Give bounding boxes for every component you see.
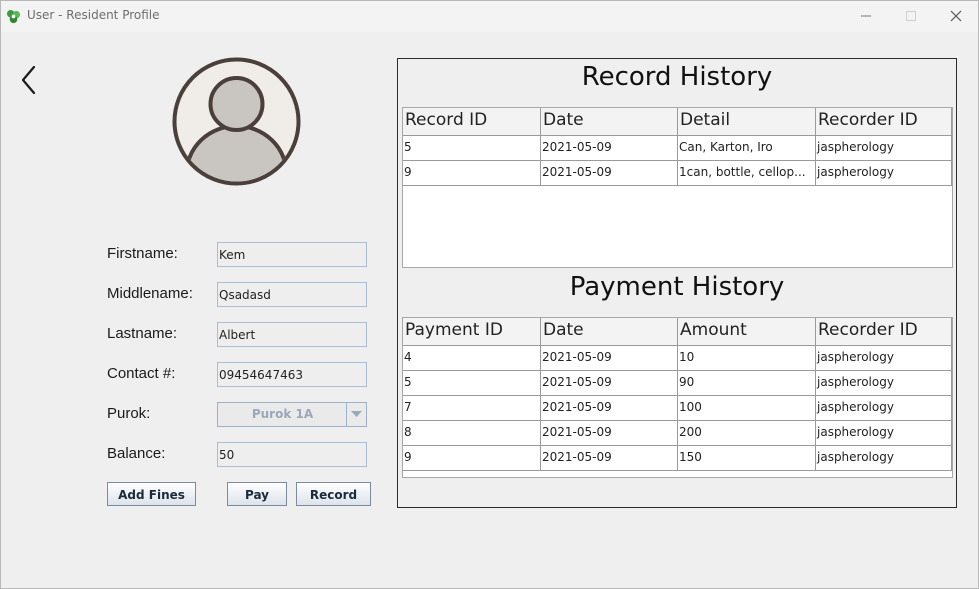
table-cell: 150 — [678, 446, 816, 471]
purok-select[interactable]: Purok 1A — [217, 402, 367, 427]
column-header[interactable]: Date — [541, 318, 678, 346]
table-cell: 2021-05-09 — [541, 371, 678, 396]
table-cell: jaspherology — [816, 421, 952, 446]
purok-select-value: Purok 1A — [251, 407, 314, 421]
table-cell: 90 — [678, 371, 816, 396]
table-cell: 2021-05-09 — [541, 446, 678, 471]
table-cell: 2021-05-09 — [541, 161, 678, 186]
lastname-label: Lastname: — [107, 325, 178, 342]
firstname-label: Firstname: — [107, 245, 178, 262]
firstname-field[interactable]: Kem — [217, 242, 367, 267]
minimize-button[interactable] — [844, 1, 889, 31]
history-panel: Record History Record ID Date Detail Rec… — [397, 58, 957, 508]
contact-label: Contact #: — [107, 365, 176, 382]
table-cell: 5 — [403, 371, 541, 396]
table-cell: 100 — [678, 396, 816, 421]
maximize-icon — [906, 11, 916, 21]
payment-history-table[interactable]: Payment ID Date Amount Recorder ID 4 202… — [402, 317, 953, 478]
table-cell: jaspherology — [816, 371, 952, 396]
contact-field[interactable]: 09454647463 — [217, 362, 367, 387]
window-title: User - Resident Profile — [27, 8, 160, 22]
middlename-field[interactable]: Qsadasd — [217, 282, 367, 307]
table-row[interactable]: 4 2021-05-09 10 jaspherology — [403, 346, 952, 371]
table-cell: 2021-05-09 — [541, 136, 678, 161]
recycle-icon — [6, 9, 21, 24]
table-cell: 8 — [403, 421, 541, 446]
table-header: Payment ID Date Amount Recorder ID — [403, 318, 952, 346]
table-cell: 1can, bottle, cellop... — [678, 161, 816, 186]
table-cell: 200 — [678, 421, 816, 446]
record-history-title: Record History — [581, 62, 773, 92]
purok-dropdown-button[interactable] — [346, 403, 366, 426]
close-icon — [950, 10, 962, 22]
column-header[interactable]: Recorder ID — [816, 108, 952, 136]
table-header: Record ID Date Detail Recorder ID — [403, 108, 952, 136]
table-cell: jaspherology — [816, 136, 952, 161]
add-fines-button[interactable]: Add Fines — [107, 482, 196, 506]
table-cell: 2021-05-09 — [541, 396, 678, 421]
table-cell: 4 — [403, 346, 541, 371]
minimize-icon — [861, 15, 871, 17]
table-row[interactable]: 7 2021-05-09 100 jaspherology — [403, 396, 952, 421]
maximize-button[interactable] — [889, 1, 934, 31]
middlename-label: Middlename: — [107, 285, 193, 302]
column-header[interactable]: Detail — [678, 108, 816, 136]
table-cell: jaspherology — [816, 346, 952, 371]
table-cell: jaspherology — [816, 161, 952, 186]
pay-button[interactable]: Pay — [227, 482, 287, 506]
column-header[interactable]: Recorder ID — [816, 318, 952, 346]
table-cell: 5 — [403, 136, 541, 161]
purok-label: Purok: — [107, 405, 151, 422]
payment-history-title: Payment History — [569, 272, 785, 302]
table-cell: 7 — [403, 396, 541, 421]
user-avatar-icon — [172, 57, 301, 186]
table-cell: jaspherology — [816, 396, 952, 421]
balance-label: Balance: — [107, 445, 166, 462]
table-row[interactable]: 8 2021-05-09 200 jaspherology — [403, 421, 952, 446]
lastname-field[interactable]: Albert — [217, 322, 367, 347]
title-bar[interactable]: User - Resident Profile — [1, 1, 978, 32]
table-cell: jaspherology — [816, 446, 952, 471]
table-row[interactable]: 5 2021-05-09 90 jaspherology — [403, 371, 952, 396]
table-row[interactable]: 9 2021-05-09 150 jaspherology — [403, 446, 952, 471]
table-cell: Can, Karton, Iro — [678, 136, 816, 161]
table-cell: 2021-05-09 — [541, 346, 678, 371]
column-header[interactable]: Record ID — [403, 108, 541, 136]
balance-field[interactable]: 50 — [217, 442, 367, 467]
column-header[interactable]: Payment ID — [403, 318, 541, 346]
close-button[interactable] — [934, 1, 979, 31]
column-header[interactable]: Date — [541, 108, 678, 136]
table-cell: 9 — [403, 161, 541, 186]
table-cell: 9 — [403, 446, 541, 471]
table-row[interactable]: 9 2021-05-09 1can, bottle, cellop... jas… — [403, 161, 952, 186]
table-cell: 10 — [678, 346, 816, 371]
record-button[interactable]: Record — [296, 482, 371, 506]
chevron-down-icon — [351, 411, 362, 417]
column-header[interactable]: Amount — [678, 318, 816, 346]
app-window: User - Resident Profile Firstname: Middl… — [0, 0, 979, 589]
table-cell: 2021-05-09 — [541, 421, 678, 446]
back-arrow-icon[interactable] — [18, 65, 40, 95]
record-history-table[interactable]: Record ID Date Detail Recorder ID 5 2021… — [402, 107, 953, 268]
table-row[interactable]: 5 2021-05-09 Can, Karton, Iro jaspherolo… — [403, 136, 952, 161]
